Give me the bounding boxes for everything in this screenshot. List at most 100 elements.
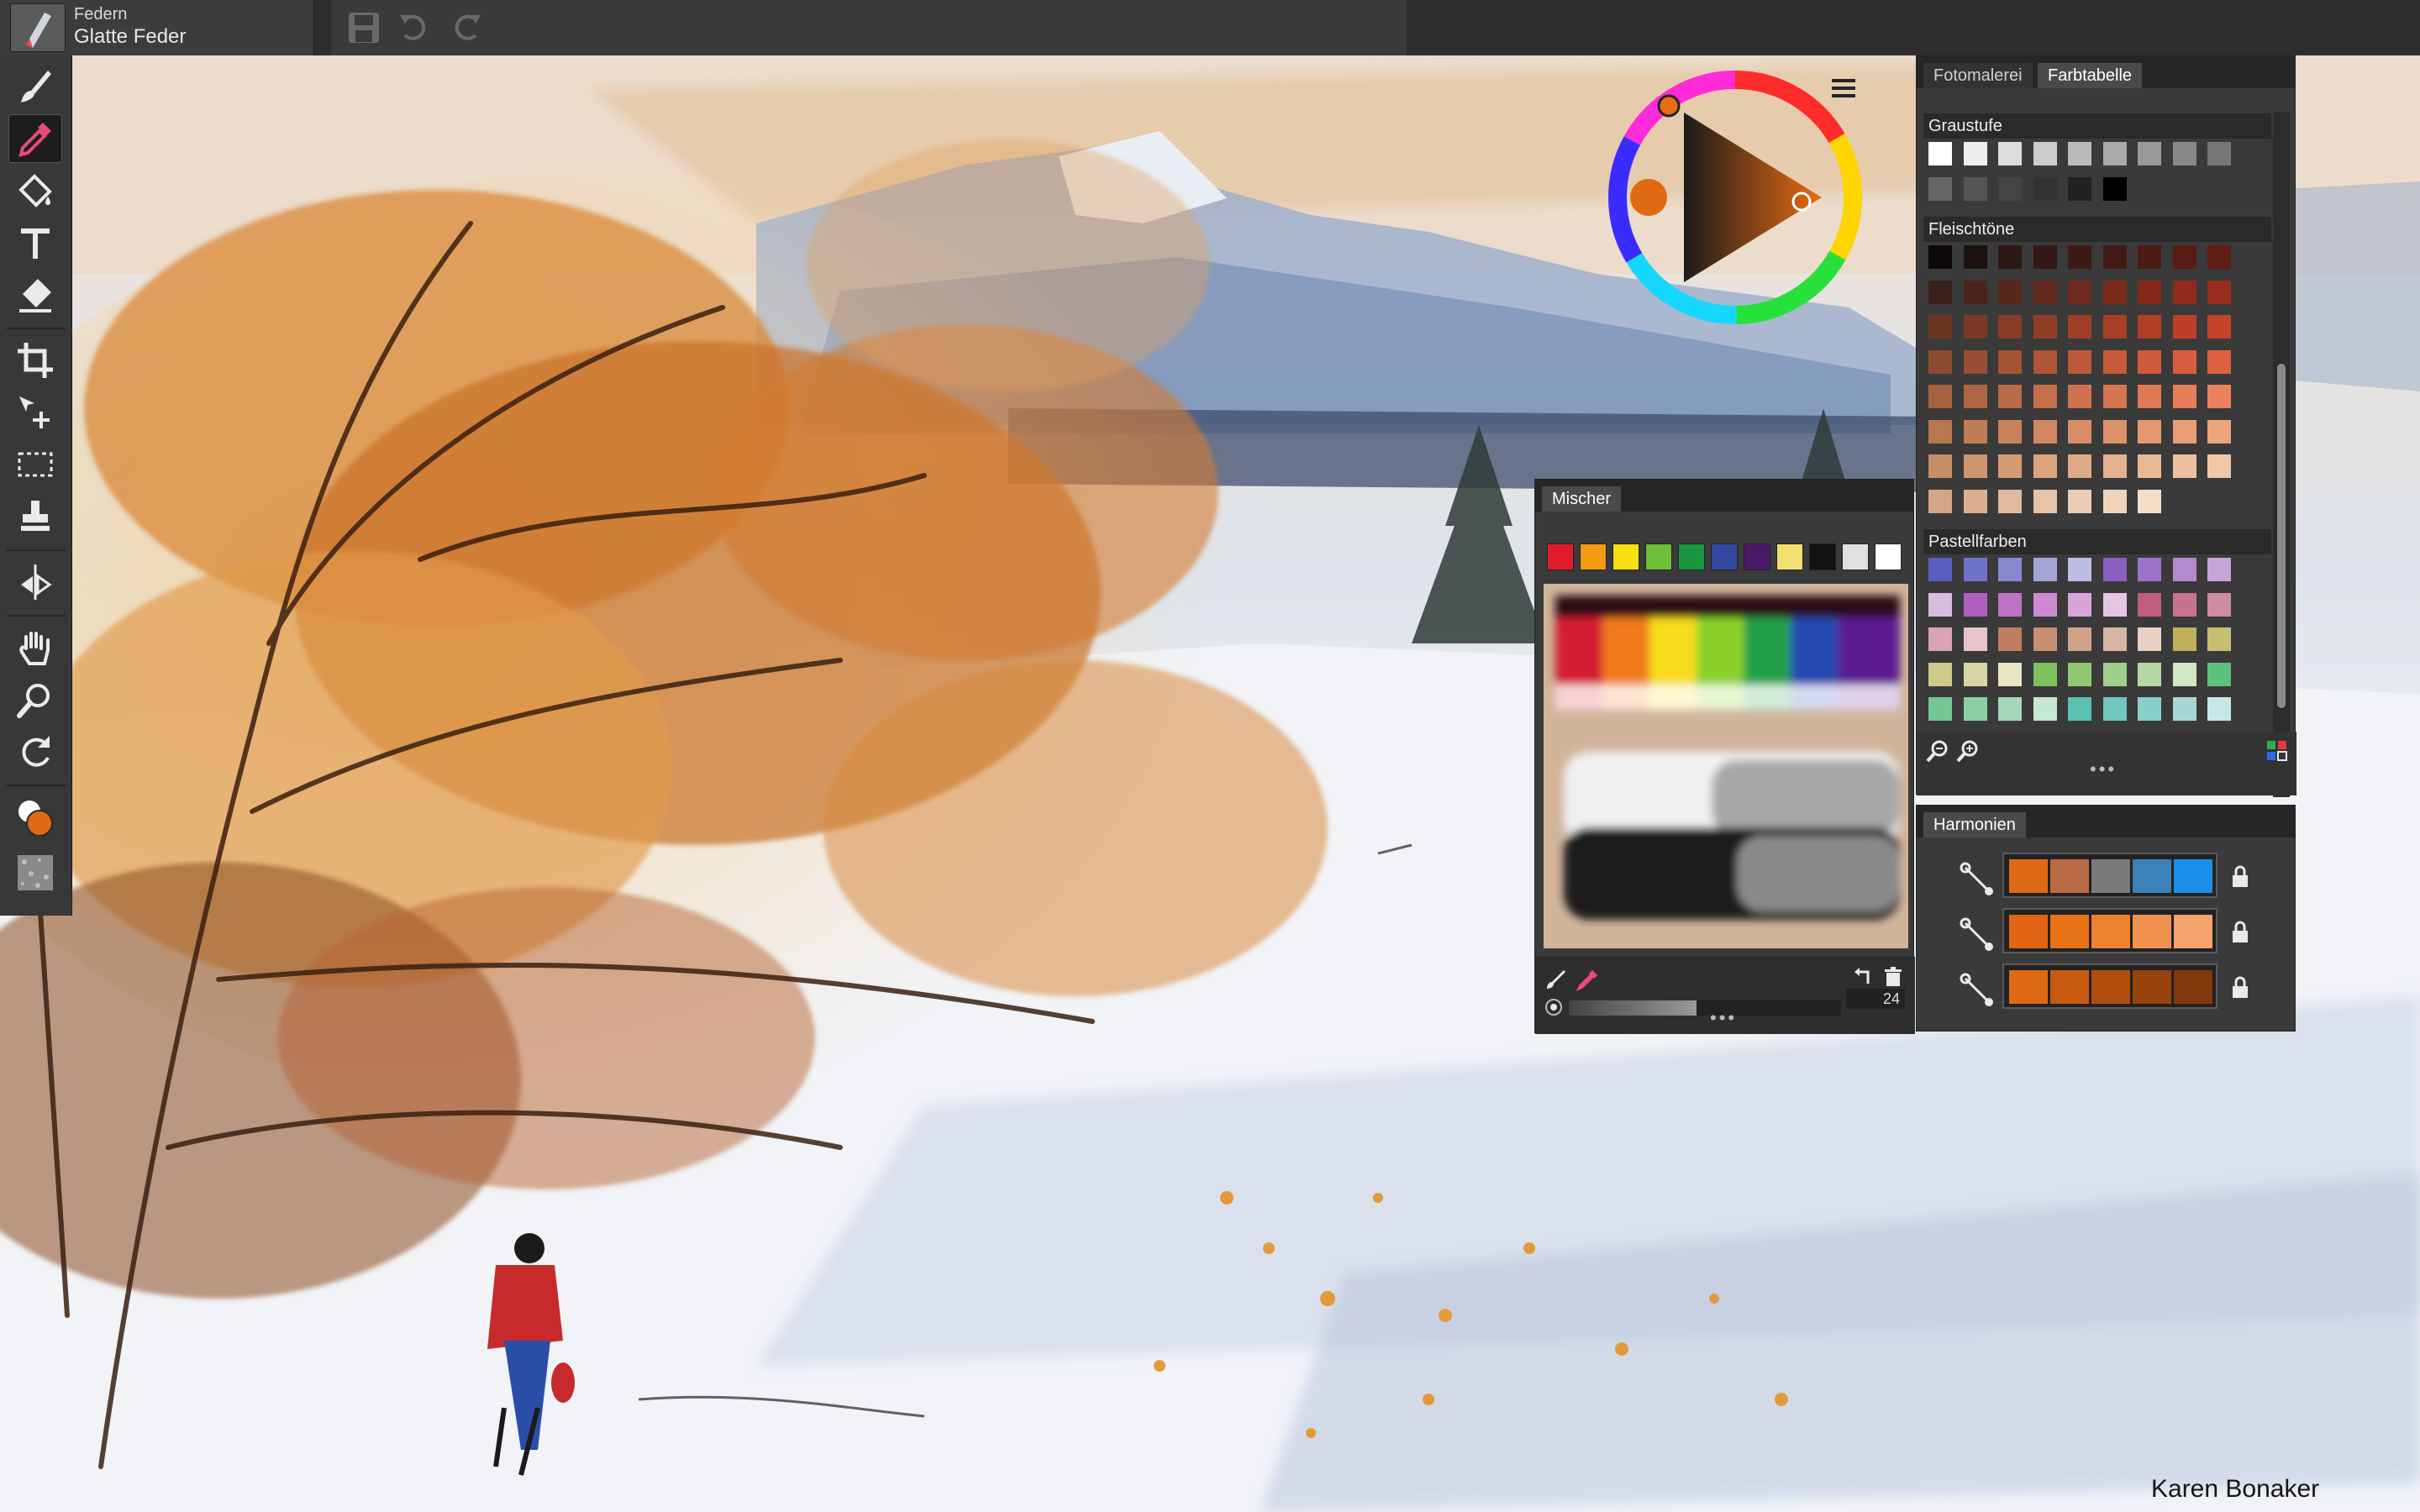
- color-swatch[interactable]: [2207, 349, 2231, 374]
- color-swatch[interactable]: [2033, 419, 2057, 444]
- color-swatch[interactable]: [2138, 419, 2161, 444]
- symmetry-tool[interactable]: [8, 558, 62, 606]
- color-swatch[interactable]: [1928, 454, 1952, 478]
- color-swatch[interactable]: [1998, 454, 2022, 478]
- color-swatch[interactable]: [2102, 176, 2127, 201]
- color-swatch[interactable]: [2138, 385, 2161, 408]
- color-swatch[interactable]: [2138, 627, 2161, 651]
- transform-tool[interactable]: [8, 388, 62, 437]
- zoom-tool[interactable]: [8, 675, 62, 724]
- crop-tool[interactable]: [8, 336, 62, 385]
- tab-mixer[interactable]: Mischer: [1542, 486, 1622, 512]
- color-swatch[interactable]: [1928, 697, 1952, 721]
- scrollbar-thumb[interactable]: [2277, 364, 2286, 708]
- color-swatch[interactable]: [2033, 489, 2057, 513]
- color-swatch[interactable]: [2138, 142, 2161, 165]
- color-swatch[interactable]: [1928, 592, 1952, 617]
- color-swatch[interactable]: [2068, 454, 2091, 478]
- mixer-swatch[interactable]: [1678, 543, 1705, 570]
- hue-handle[interactable]: [1657, 94, 1681, 118]
- color-swatch[interactable]: [2033, 176, 2057, 201]
- hand-tool[interactable]: [8, 623, 62, 672]
- brush-selector[interactable]: Federn Glatte Feder: [0, 0, 314, 55]
- color-swatch[interactable]: [2172, 592, 2196, 617]
- color-swatch[interactable]: [2102, 315, 2127, 339]
- color-swatch[interactable]: [2033, 662, 2057, 686]
- brush-size-slider[interactable]: [1569, 1000, 1841, 1016]
- harmony-row[interactable]: [1917, 960, 2296, 1011]
- color-swatch[interactable]: [2068, 176, 2091, 201]
- analogous-harmony-icon[interactable]: [1959, 916, 1996, 953]
- color-swatch[interactable]: [2102, 419, 2127, 444]
- color-swatch[interactable]: [2172, 627, 2196, 651]
- color-swatch[interactable]: [2138, 489, 2161, 513]
- redo-button[interactable]: [449, 10, 484, 45]
- color-swatch[interactable]: [1998, 697, 2022, 721]
- color-swatch[interactable]: [2068, 662, 2091, 686]
- color-swatch[interactable]: [1998, 558, 2022, 581]
- color-swatch[interactable]: [1963, 592, 1987, 617]
- harmony-swatch[interactable]: [2174, 859, 2212, 893]
- harmony-swatch[interactable]: [2009, 859, 2048, 893]
- color-swatch[interactable]: [2207, 142, 2231, 165]
- lock-icon[interactable]: [2229, 920, 2251, 945]
- color-swatch[interactable]: [2207, 627, 2231, 651]
- color-swatch[interactable]: [2172, 454, 2196, 478]
- color-swatch[interactable]: [2102, 662, 2127, 686]
- color-swatch[interactable]: [1928, 245, 1952, 269]
- color-swatch[interactable]: [1963, 349, 1987, 374]
- color-swatch[interactable]: [1928, 627, 1952, 651]
- color-swatch[interactable]: [2138, 280, 2161, 304]
- color-swatch[interactable]: [1998, 315, 2022, 339]
- color-swatch[interactable]: [1928, 419, 1952, 444]
- brush-tool[interactable]: [8, 62, 62, 111]
- color-set-header[interactable]: Pastellfarben: [1923, 529, 2271, 554]
- color-swatch[interactable]: [1963, 662, 1987, 686]
- mixer-swatch[interactable]: [1645, 543, 1672, 570]
- harmony-swatch[interactable]: [2050, 859, 2089, 893]
- color-swatch[interactable]: [2068, 558, 2091, 581]
- brush-size-value[interactable]: 24: [1846, 989, 1905, 1009]
- mixer-swatch[interactable]: [1842, 543, 1869, 570]
- clone-tool[interactable]: [8, 492, 62, 541]
- color-swatch[interactable]: [2102, 592, 2127, 617]
- harmony-swatch[interactable]: [2174, 970, 2212, 1004]
- color-swatch[interactable]: [2207, 662, 2231, 686]
- color-swatch[interactable]: [2068, 627, 2091, 651]
- mixer-eyedropper-icon[interactable]: [1576, 967, 1601, 992]
- harmony-swatch[interactable]: [2009, 970, 2048, 1004]
- color-swatch[interactable]: [2068, 419, 2091, 444]
- color-swatch[interactable]: [2068, 385, 2091, 408]
- color-swatch[interactable]: [1998, 280, 2022, 304]
- color-swatch[interactable]: [2207, 280, 2231, 304]
- color-swatch[interactable]: [2102, 627, 2127, 651]
- save-button[interactable]: [346, 10, 381, 45]
- color-swatch[interactable]: [1963, 142, 1987, 165]
- color-swatch[interactable]: [2102, 697, 2127, 721]
- mixer-swatch[interactable]: [1711, 543, 1738, 570]
- color-swatch[interactable]: [2102, 489, 2127, 513]
- color-swatch[interactable]: [1998, 419, 2022, 444]
- color-swatch[interactable]: [1963, 280, 1987, 304]
- color-swatch[interactable]: [1998, 245, 2022, 269]
- selection-tool[interactable]: [8, 440, 62, 489]
- color-swatch[interactable]: [1928, 662, 1952, 686]
- color-selector[interactable]: [8, 793, 62, 842]
- color-swatch[interactable]: [2068, 245, 2091, 269]
- harmony-swatch[interactable]: [2174, 915, 2212, 948]
- color-swatch[interactable]: [1928, 385, 1952, 408]
- color-swatch[interactable]: [2102, 142, 2127, 165]
- zoom-in-icon[interactable]: [1955, 738, 1981, 764]
- color-swatch[interactable]: [2172, 349, 2196, 374]
- color-swatch[interactable]: [1998, 176, 2022, 201]
- color-swatch[interactable]: [2033, 627, 2057, 651]
- color-swatch[interactable]: [1963, 176, 1987, 201]
- color-swatch[interactable]: [2138, 662, 2161, 686]
- color-swatch[interactable]: [2068, 315, 2091, 339]
- harmony-swatch[interactable]: [2091, 970, 2130, 1004]
- color-swatch[interactable]: [1963, 627, 1987, 651]
- color-swatch[interactable]: [2207, 592, 2231, 617]
- color-swatch[interactable]: [2207, 558, 2231, 581]
- color-swatch[interactable]: [2207, 315, 2231, 339]
- color-swatch[interactable]: [2172, 385, 2196, 408]
